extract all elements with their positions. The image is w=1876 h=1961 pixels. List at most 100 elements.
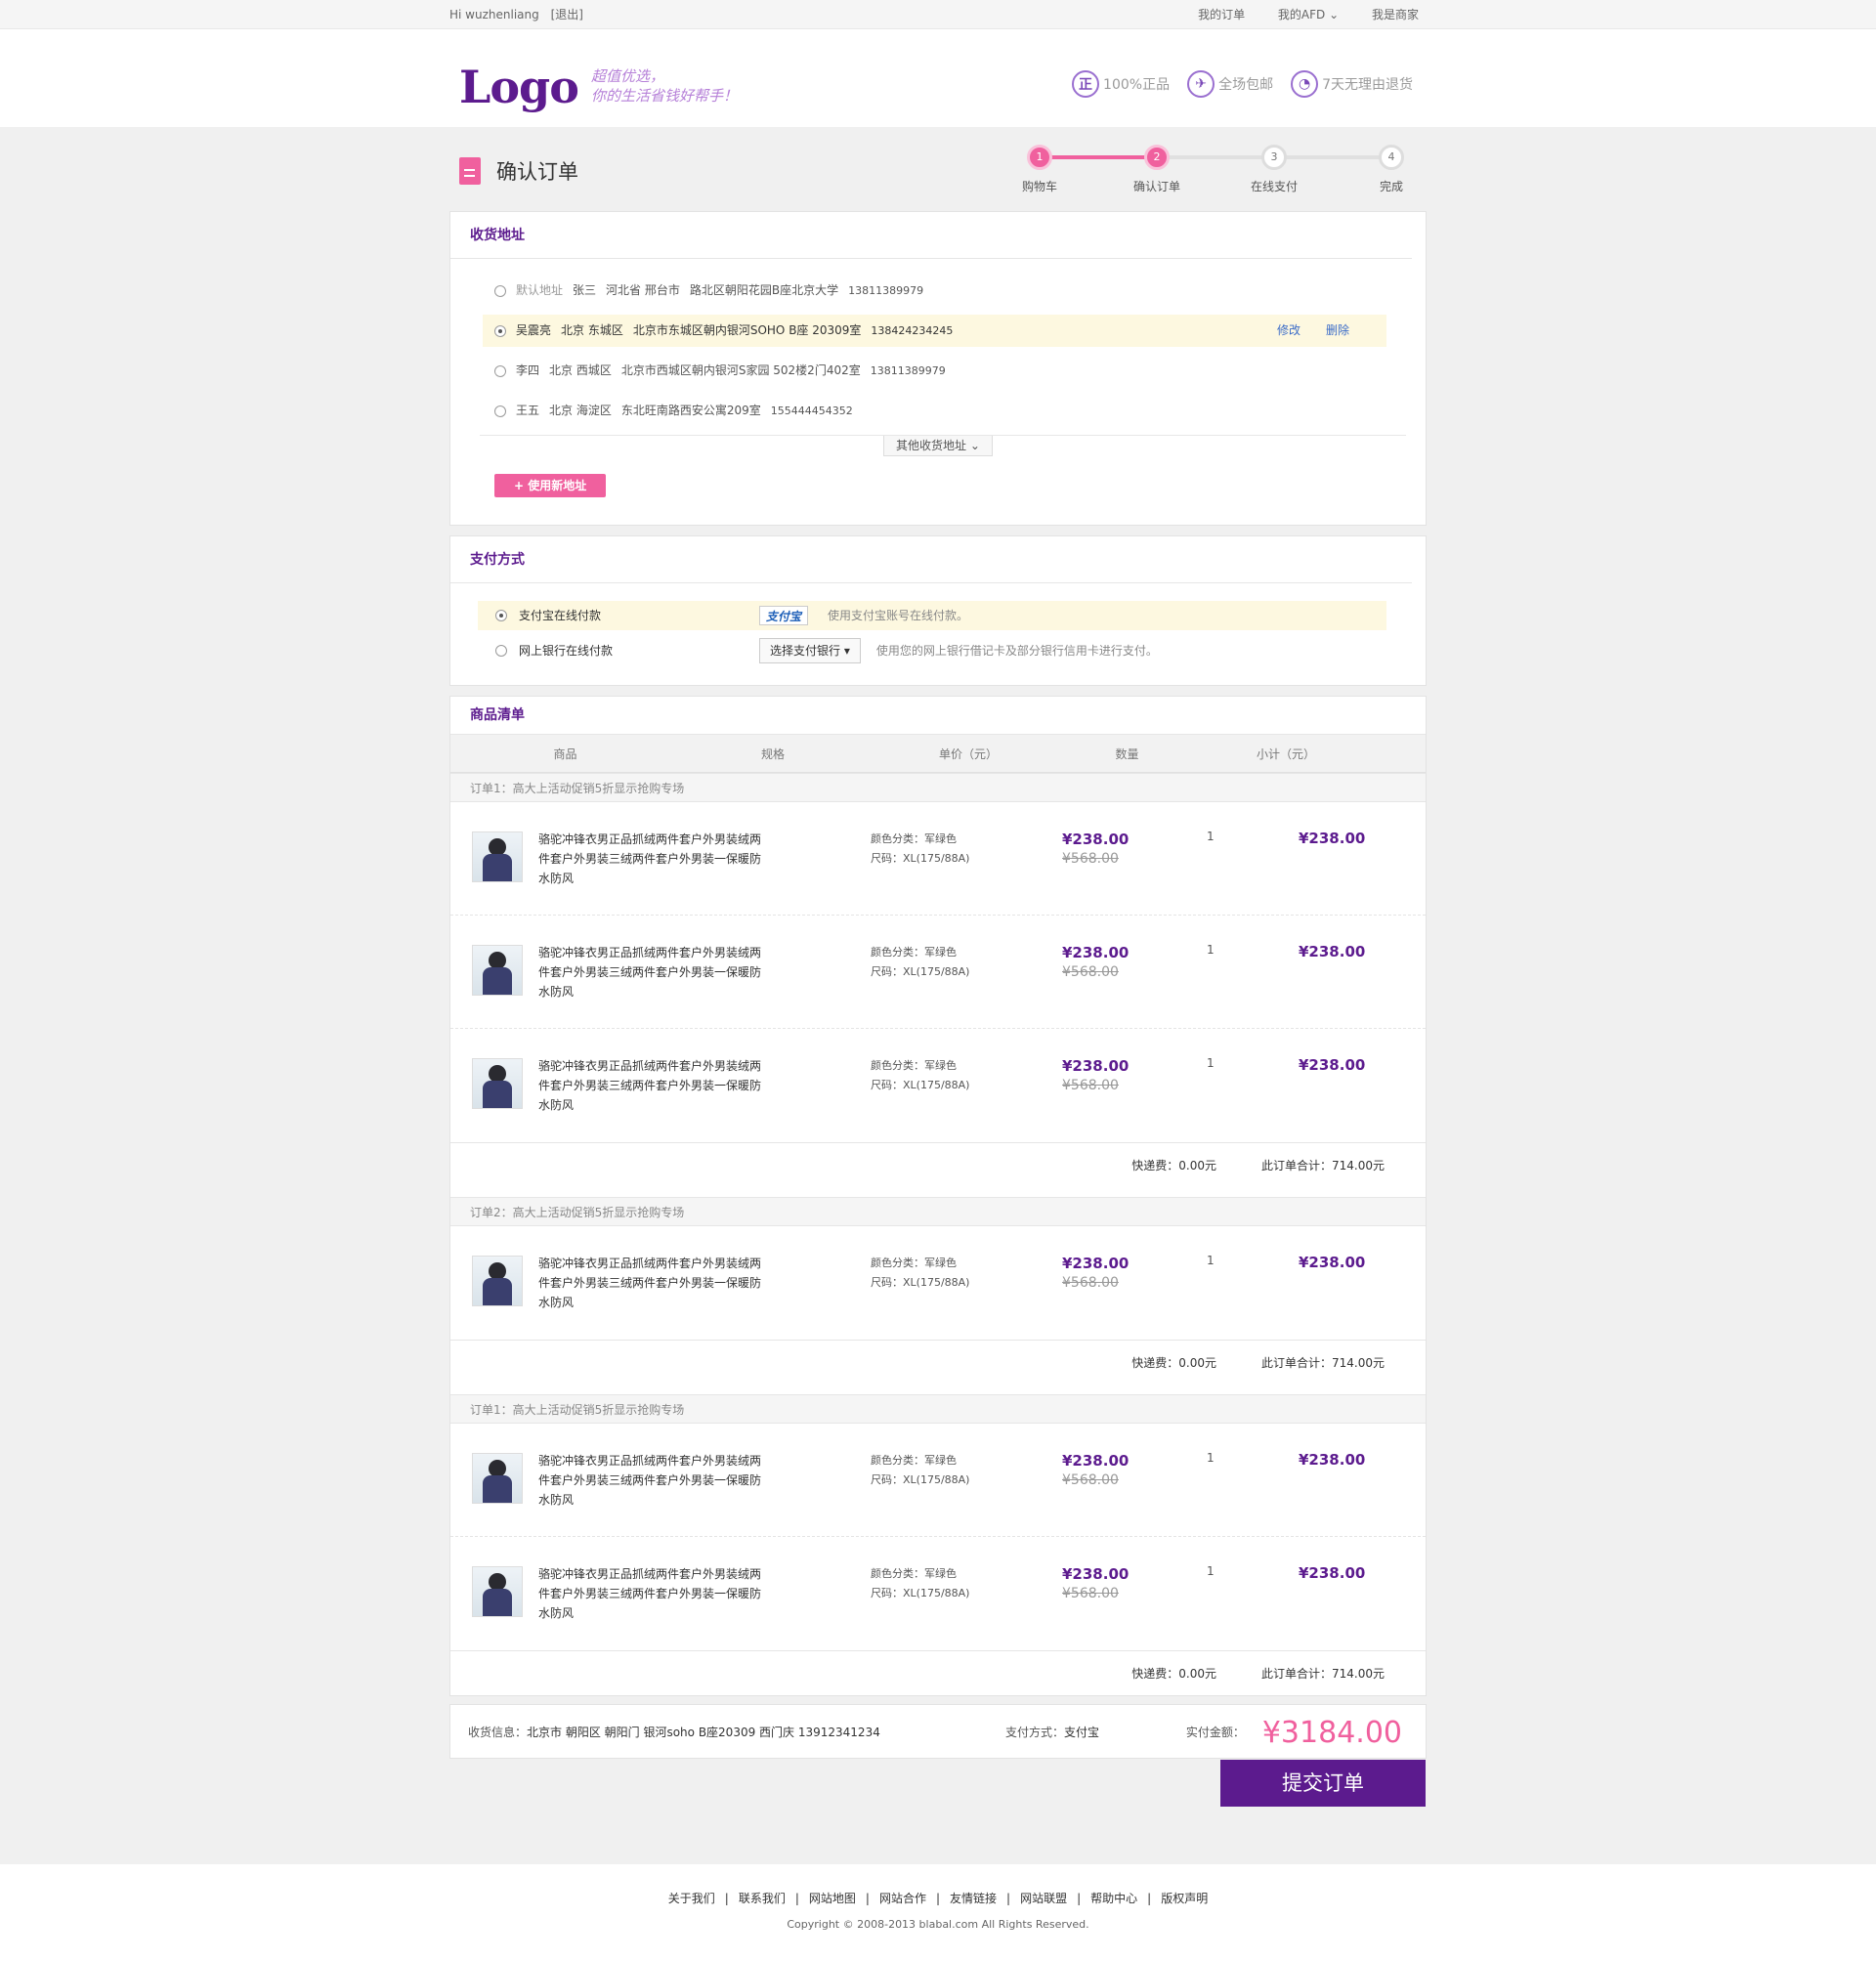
step-1: 1 购物车 bbox=[1001, 145, 1079, 194]
product-color: 颜色分类：军绿色 bbox=[871, 1059, 957, 1072]
original-price: ¥568.00 bbox=[1062, 851, 1119, 867]
product-size: 尺码：XL(175/88A) bbox=[871, 1587, 970, 1599]
new-address-button[interactable]: + 使用新地址 bbox=[494, 474, 607, 497]
address-row[interactable]: 吴震亮 北京 东城区 北京市东城区朝内银河SOHO B座 20309室 1384242… bbox=[483, 315, 1386, 347]
product-quantity: 1 bbox=[1207, 1254, 1215, 1267]
product-subtotal: ¥238.00 bbox=[1299, 1056, 1366, 1074]
order-summary: 收货信息：北京市 朝阳区 朝阳门 银河soho B座20309 西门庆 1391… bbox=[449, 1704, 1427, 1807]
product-image[interactable] bbox=[472, 1058, 523, 1109]
product-quantity: 1 bbox=[1207, 1564, 1215, 1578]
service-badge: 正 100%正品 bbox=[1072, 70, 1170, 98]
bank-select[interactable]: 选择支付银行 ▾ bbox=[759, 638, 861, 663]
product-name[interactable]: 骆驼冲锋衣男正品抓绒两件套户外男装绒两件套户外男装三绒两件套户外男装一保暖防水防… bbox=[538, 1451, 763, 1510]
delete-address-link[interactable]: 删除 bbox=[1326, 323, 1349, 337]
goods-title: 商品清单 bbox=[470, 707, 525, 723]
top-bar: Hi wuzhenliang [退出] 我的订单 我的AFD ⌄ 我是商家 bbox=[0, 0, 1876, 29]
order-subtotal: 快递费：0.00元 此订单合计：714.00元 bbox=[450, 1142, 1426, 1187]
footer-link[interactable]: 网站地图 bbox=[809, 1892, 856, 1905]
logout-link[interactable]: [退出] bbox=[551, 8, 583, 21]
footer-link[interactable]: 帮助中心 bbox=[1090, 1892, 1137, 1905]
current-price: ¥238.00 bbox=[1062, 1565, 1130, 1583]
product-image[interactable] bbox=[472, 945, 523, 996]
table-row: 骆驼冲锋衣男正品抓绒两件套户外男装绒两件套户外男装三绒两件套户外男装一保暖防水防… bbox=[450, 802, 1426, 916]
header: Logo 超值优选， 你的生活省钱好帮手！ 正 100%正品 ✈ 全场包邮 ◔ 7天无理由… bbox=[0, 29, 1876, 127]
footer-link[interactable]: 版权声明 bbox=[1161, 1892, 1208, 1905]
footer-link[interactable]: 联系我们 bbox=[739, 1892, 786, 1905]
document-icon bbox=[459, 157, 481, 185]
my-afd-menu[interactable]: 我的AFD ⌄ bbox=[1278, 8, 1339, 21]
current-price: ¥238.00 bbox=[1062, 944, 1130, 961]
product-spec: 颜色分类：军绿色 尺码：XL(175/88A) bbox=[871, 830, 969, 869]
alipay-radio[interactable] bbox=[495, 610, 507, 621]
product-name[interactable]: 骆驼冲锋衣男正品抓绒两件套户外男装绒两件套户外男装三绒两件套户外男装一保暖防水防… bbox=[538, 943, 763, 1002]
address-row[interactable]: 王五 北京 海淀区 东北旺南路西安公寓209室 155444454352 bbox=[483, 395, 1386, 427]
product-image[interactable] bbox=[472, 831, 523, 882]
product-image[interactable] bbox=[472, 1453, 523, 1504]
footer-link[interactable]: 友情链接 bbox=[950, 1892, 997, 1905]
product-name[interactable]: 骆驼冲锋衣男正品抓绒两件套户外男装绒两件套户外男装三绒两件套户外男装一保暖防水防… bbox=[538, 1254, 763, 1312]
address-name: 张三 bbox=[573, 283, 597, 297]
link-separator: | bbox=[1006, 1892, 1011, 1905]
step-label: 完成 bbox=[1379, 180, 1403, 193]
product-color: 颜色分类：军绿色 bbox=[871, 1567, 957, 1580]
product-name[interactable]: 骆驼冲锋衣男正品抓绒两件套户外男装绒两件套户外男装三绒两件套户外男装一保暖防水防… bbox=[538, 830, 763, 888]
footer: 关于我们 | 联系我们 | 网站地图 | 网站合作 | 友情链接 | 网站联盟 | 帮助中心 | 版权声明 … bbox=[0, 1864, 1876, 1961]
product-color: 颜色分类：军绿色 bbox=[871, 946, 957, 959]
bank-radio[interactable] bbox=[495, 645, 507, 657]
address-title: 收货地址 bbox=[450, 212, 1412, 259]
address-radio[interactable] bbox=[494, 324, 506, 337]
more-addresses-button[interactable]: 其他收货地址 ⌄ bbox=[883, 435, 993, 456]
greeting: Hi wuzhenliang bbox=[449, 8, 539, 21]
address-row[interactable]: 李四 北京 西城区 北京市西城区朝内银河S家园 502楼2门402室 13811389… bbox=[483, 355, 1386, 387]
more-addresses: 其他收货地址 ⌄ bbox=[450, 435, 1426, 458]
product-quantity: 1 bbox=[1207, 1451, 1215, 1465]
address-street: 北京市西城区朝内银河S家园 502楼2门402室 bbox=[620, 363, 861, 377]
chevron-down-icon: ⌄ bbox=[969, 439, 980, 452]
order-total: 此订单合计：714.00元 bbox=[1261, 1667, 1385, 1681]
product-image[interactable] bbox=[472, 1256, 523, 1306]
step-4: 4 完成 bbox=[1352, 145, 1430, 194]
footer-link[interactable]: 网站联盟 bbox=[1020, 1892, 1067, 1905]
table-row: 骆驼冲锋衣男正品抓绒两件套户外男装绒两件套户外男装三绒两件套户外男装一保暖防水防… bbox=[450, 1537, 1426, 1650]
product-spec: 颜色分类：军绿色 尺码：XL(175/88A) bbox=[871, 1254, 969, 1293]
product-name[interactable]: 骆驼冲锋衣男正品抓绒两件套户外男装绒两件套户外男装三绒两件套户外男装一保暖防水防… bbox=[538, 1056, 763, 1115]
payment-title: 支付方式 bbox=[450, 536, 1412, 583]
submit-order-button[interactable]: 提交订单 bbox=[1220, 1760, 1426, 1807]
my-orders-link[interactable]: 我的订单 bbox=[1198, 8, 1245, 21]
product-price: ¥238.00 ¥568.00 bbox=[1062, 1564, 1129, 1603]
address-street: 路北区朝阳花园B座北京大学 bbox=[689, 283, 839, 297]
merchant-link[interactable]: 我是商家 bbox=[1372, 8, 1419, 21]
product-subtotal: ¥238.00 bbox=[1299, 830, 1366, 847]
address-panel: 收货地址 默认地址 张三 河北省 邢台市 路北区朝阳花园B座北京大学 138113899… bbox=[449, 211, 1427, 526]
step-label: 确认订单 bbox=[1132, 180, 1180, 193]
current-price: ¥238.00 bbox=[1062, 1255, 1130, 1272]
goods-table-header: 商品 规格 单价（元） 数量 小计（元） bbox=[450, 734, 1426, 773]
product-color: 颜色分类：军绿色 bbox=[871, 1257, 957, 1269]
address-phone: 13811389979 bbox=[848, 284, 924, 297]
address-radio[interactable] bbox=[494, 364, 506, 377]
product-image[interactable] bbox=[472, 1566, 523, 1617]
order-group-header: 订单1：高大上活动促销5折显示抢购专场 bbox=[450, 1394, 1426, 1424]
pay-option-bank[interactable]: 网上银行在线付款 选择支付银行 ▾ 使用您的网上银行借记卡及部分银行信用卡进行支… bbox=[478, 636, 1386, 665]
address-street: 北京市东城区朝内银河SOHO B座 20309室 bbox=[632, 323, 862, 337]
column-header: 小计（元） bbox=[1256, 747, 1315, 761]
edit-address-link[interactable]: 修改 bbox=[1277, 323, 1300, 337]
address-region: 北京 西城区 bbox=[549, 363, 612, 377]
address-phone: 138424234245 bbox=[871, 324, 954, 337]
free-shipping-icon: ✈ bbox=[1187, 70, 1215, 98]
address-region: 北京 海淀区 bbox=[549, 404, 612, 417]
address-row[interactable]: 默认地址 张三 河北省 邢台市 路北区朝阳花园B座北京大学 13811389979 bbox=[483, 275, 1386, 307]
product-price: ¥238.00 ¥568.00 bbox=[1062, 1056, 1129, 1095]
address-radio[interactable] bbox=[494, 405, 506, 417]
logo[interactable]: Logo bbox=[459, 61, 579, 113]
footer-link[interactable]: 关于我们 bbox=[668, 1892, 715, 1905]
shipping-fee: 快递费：0.00元 bbox=[1131, 1667, 1216, 1681]
product-name[interactable]: 骆驼冲锋衣男正品抓绒两件套户外男装绒两件套户外男装三绒两件套户外男装一保暖防水防… bbox=[538, 1564, 763, 1623]
step-3: 3 在线支付 bbox=[1235, 145, 1313, 194]
pay-option-alipay[interactable]: 支付宝在线付款 支付宝 使用支付宝账号在线付款。 bbox=[478, 601, 1386, 630]
product-price: ¥238.00 ¥568.00 bbox=[1062, 1451, 1129, 1490]
footer-link[interactable]: 网站合作 bbox=[879, 1892, 926, 1905]
product-color: 颜色分类：军绿色 bbox=[871, 832, 957, 845]
address-name: 吴震亮 bbox=[516, 323, 552, 337]
address-radio[interactable] bbox=[494, 284, 506, 297]
